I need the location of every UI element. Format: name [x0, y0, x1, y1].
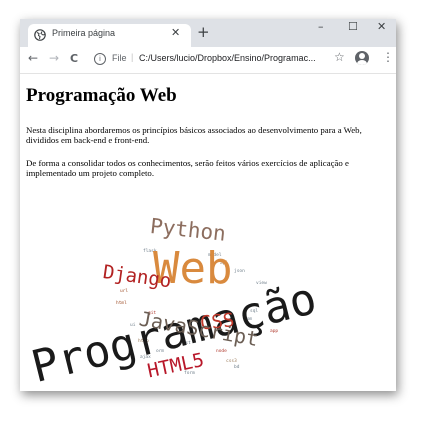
profile-avatar-icon[interactable] — [355, 51, 369, 65]
address-bar[interactable]: i File | C:/Users/lucio/Dropbox/Ensino/P… — [90, 50, 358, 69]
menu-icon[interactable]: ⋮ — [382, 50, 394, 64]
cloud-word-python: Python — [149, 214, 227, 246]
cloud-small-word: node — [216, 348, 227, 354]
tab-title: Primeira página — [52, 28, 116, 38]
url-separator: | — [131, 52, 134, 62]
browser-window: Primeira página ✕ + – ☐ ✕ ← → C i File |… — [20, 19, 396, 391]
new-tab-button[interactable]: + — [197, 23, 210, 41]
reload-button[interactable]: C — [70, 52, 78, 65]
page-content: Programação Web Nesta disciplina abordar… — [20, 74, 396, 391]
back-button[interactable]: ← — [28, 51, 38, 65]
minimize-button[interactable]: – — [318, 20, 324, 33]
cloud-small-word: html — [116, 300, 127, 306]
cloud-small-word: url — [120, 288, 128, 294]
goals-paragraph: De forma a consolidar todos os conhecime… — [26, 158, 349, 178]
globe-icon — [34, 29, 46, 41]
close-window-button[interactable]: ✕ — [377, 20, 386, 33]
avatar-body — [357, 60, 367, 65]
title-bar: Primeira página ✕ + – ☐ ✕ — [20, 19, 396, 47]
browser-tab[interactable]: Primeira página ✕ — [28, 24, 191, 47]
word-cloud-image: flask api json html sql git dom http res… — [26, 214, 321, 391]
cloud-small-word: bd — [234, 364, 240, 370]
bookmark-star-icon[interactable]: ☆ — [334, 50, 345, 64]
cloud-small-word: json — [234, 268, 245, 274]
info-icon[interactable]: i — [94, 53, 106, 65]
url-scheme-label: File — [112, 53, 127, 63]
intro-paragraph: Nesta disciplina abordaremos os princípi… — [26, 125, 362, 145]
avatar-head — [359, 53, 365, 59]
maximize-button[interactable]: ☐ — [348, 20, 358, 33]
url-text[interactable]: C:/Users/lucio/Dropbox/Ensino/Programac.… — [139, 53, 334, 63]
cloud-small-word: css3 — [226, 358, 237, 364]
page-title: Programação Web — [26, 85, 177, 106]
browser-toolbar: ← → C i File | C:/Users/lucio/Dropbox/En… — [20, 47, 396, 74]
forward-button[interactable]: → — [49, 51, 59, 65]
tab-close-icon[interactable]: ✕ — [171, 26, 180, 39]
